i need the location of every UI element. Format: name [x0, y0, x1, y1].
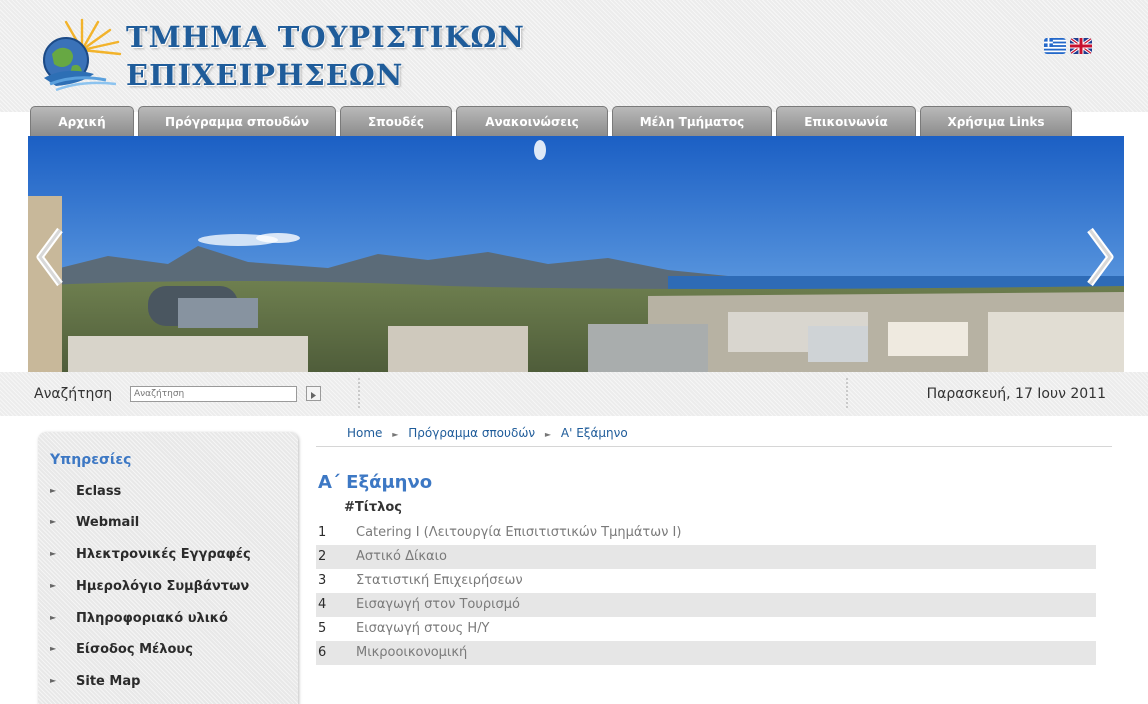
- chevron-right-icon[interactable]: [1086, 226, 1116, 288]
- sidebar-item-site-map[interactable]: ► Site Map: [50, 674, 250, 694]
- language-switcher: [1044, 38, 1092, 58]
- sidebar-item-label: Είσοδος Μέλους: [76, 642, 193, 657]
- tab-label: Σπουδές: [367, 114, 425, 129]
- tab-faculty-members[interactable]: Μέλη Τμήματος: [612, 106, 772, 136]
- sidebar-item-webmail[interactable]: ► Webmail: [50, 515, 250, 535]
- search-submit-button[interactable]: [306, 386, 321, 401]
- uk-flag-icon[interactable]: [1070, 38, 1092, 54]
- tab-label: Ανακοινώσεις: [485, 114, 579, 129]
- tab-useful-links[interactable]: Χρήσιμα Links: [920, 106, 1072, 136]
- site-header: ΤΜΗΜΑ ΤΟΥΡΙΣΤΙΚΩΝ ΕΠΙΧΕΙΡΗΣΕΩΝ: [0, 0, 1148, 112]
- breadcrumb-current-page: Α' Εξάμηνο: [560, 426, 628, 440]
- globe-logo-icon[interactable]: [36, 14, 128, 104]
- breadcrumb-separator-icon: ►: [544, 430, 552, 439]
- services-sidebar: [38, 432, 298, 704]
- column-header: #Τίτλος: [344, 500, 402, 515]
- campus-panorama-image: [28, 136, 1124, 372]
- divider: [358, 378, 360, 408]
- arrow-bullet-icon: ►: [50, 676, 57, 685]
- sidebar-item-online-registration[interactable]: ► Ηλεκτρονικές Εγγραφές: [50, 547, 270, 567]
- course-row: 4 Εισαγωγή στον Τουρισμό: [316, 593, 1096, 617]
- tab-label: Πρόγραμμα σπουδών: [165, 114, 309, 129]
- course-title-link[interactable]: Εισαγωγή στους Η/Υ: [356, 621, 489, 636]
- tab-label: Επικοινωνία: [804, 114, 888, 129]
- sidebar-item-label: Eclass: [76, 484, 122, 499]
- course-title-link[interactable]: Catering I (Λειτουργία Επισιτιστικών Τμη…: [356, 525, 681, 540]
- course-number: 6: [318, 645, 327, 660]
- sidebar-item-label: Webmail: [76, 515, 140, 530]
- arrow-bullet-icon: ►: [50, 581, 57, 590]
- course-row: 3 Στατιστική Επιχειρήσεων: [316, 569, 1096, 593]
- divider: [316, 446, 1112, 447]
- sidebar-item-event-calendar[interactable]: ► Ημερολόγιο Συμβάντων: [50, 579, 270, 599]
- tab-announcements[interactable]: Ανακοινώσεις: [456, 106, 608, 136]
- course-title-link[interactable]: Εισαγωγή στον Τουρισμό: [356, 597, 520, 612]
- sidebar-item-label: Πληροφοριακό υλικό: [76, 611, 228, 626]
- sidebar-item-member-login[interactable]: ► Είσοδος Μέλους: [50, 642, 250, 662]
- arrow-bullet-icon: ►: [50, 644, 57, 653]
- logo-title-line1: ΤΜΗΜΑ ΤΟΥΡΙΣΤΙΚΩΝ: [126, 20, 525, 54]
- course-row: 5 Εισαγωγή στους Η/Υ: [316, 617, 1096, 641]
- sidebar-item-label: Site Map: [76, 674, 141, 689]
- tab-label: Μέλη Τμήματος: [639, 114, 745, 129]
- sidebar-item-information-material[interactable]: ► Πληροφοριακό υλικό: [50, 611, 270, 631]
- logo-title-line2: ΕΠΙΧΕΙΡΗΣΕΩΝ: [126, 58, 404, 92]
- arrow-bullet-icon: ►: [50, 613, 57, 622]
- search-label: Αναζήτηση: [34, 386, 113, 402]
- course-number: 3: [318, 573, 327, 588]
- chevron-left-icon[interactable]: [34, 226, 64, 288]
- tab-contact[interactable]: Επικοινωνία: [776, 106, 916, 136]
- tab-curriculum[interactable]: Πρόγραμμα σπουδών: [138, 106, 336, 136]
- course-number: 5: [318, 621, 327, 636]
- breadcrumb-home-link[interactable]: Home: [347, 426, 382, 440]
- sidebar-title: Υπηρεσίες: [50, 452, 132, 468]
- current-date: Παρασκευή, 17 Ιουν 2011: [926, 386, 1106, 402]
- sidebar-item-label: Ηλεκτρονικές Εγγραφές: [76, 547, 251, 562]
- page: ΤΜΗΜΑ ΤΟΥΡΙΣΤΙΚΩΝ ΕΠΙΧΕΙΡΗΣΕΩΝ Αρχική Πρ…: [0, 0, 1148, 704]
- course-title-link[interactable]: Αστικό Δίκαιο: [356, 549, 447, 564]
- sidebar-item-label: Ημερολόγιο Συμβάντων: [76, 579, 250, 594]
- greek-flag-icon[interactable]: [1044, 38, 1066, 54]
- course-title-link[interactable]: Στατιστική Επιχειρήσεων: [356, 573, 523, 588]
- course-number: 1: [318, 525, 327, 540]
- divider: [846, 378, 848, 408]
- course-row: 6 Μικροοικονομική: [316, 641, 1096, 665]
- breadcrumb-curriculum-link[interactable]: Πρόγραμμα σπουδών: [408, 426, 535, 440]
- course-number: 2: [318, 549, 327, 564]
- breadcrumb-separator-icon: ►: [392, 430, 399, 439]
- course-row: 1 Catering I (Λειτουργία Επισιτιστικών Τ…: [316, 521, 1096, 545]
- course-number: 4: [318, 597, 327, 612]
- arrow-bullet-icon: ►: [50, 517, 57, 526]
- course-title-link[interactable]: Μικροοικονομική: [356, 645, 467, 660]
- arrow-bullet-icon: ►: [50, 549, 57, 558]
- play-arrow-icon: [311, 392, 316, 399]
- breadcrumb: Home ► Πρόγραμμα σπουδών ► Α' Εξάμηνο: [347, 426, 628, 440]
- page-title: Α΄ Εξάμηνο: [318, 472, 433, 493]
- arrow-bullet-icon: ►: [50, 486, 57, 495]
- search-input[interactable]: [130, 386, 297, 402]
- tab-label: Αρχική: [58, 114, 106, 129]
- tab-label: Χρήσιμα Links: [947, 114, 1045, 129]
- tab-studies[interactable]: Σπουδές: [340, 106, 452, 136]
- sidebar-item-eclass[interactable]: ► Eclass: [50, 484, 250, 504]
- tab-home[interactable]: Αρχική: [30, 106, 134, 136]
- course-row: 2 Αστικό Δίκαιο: [316, 545, 1096, 569]
